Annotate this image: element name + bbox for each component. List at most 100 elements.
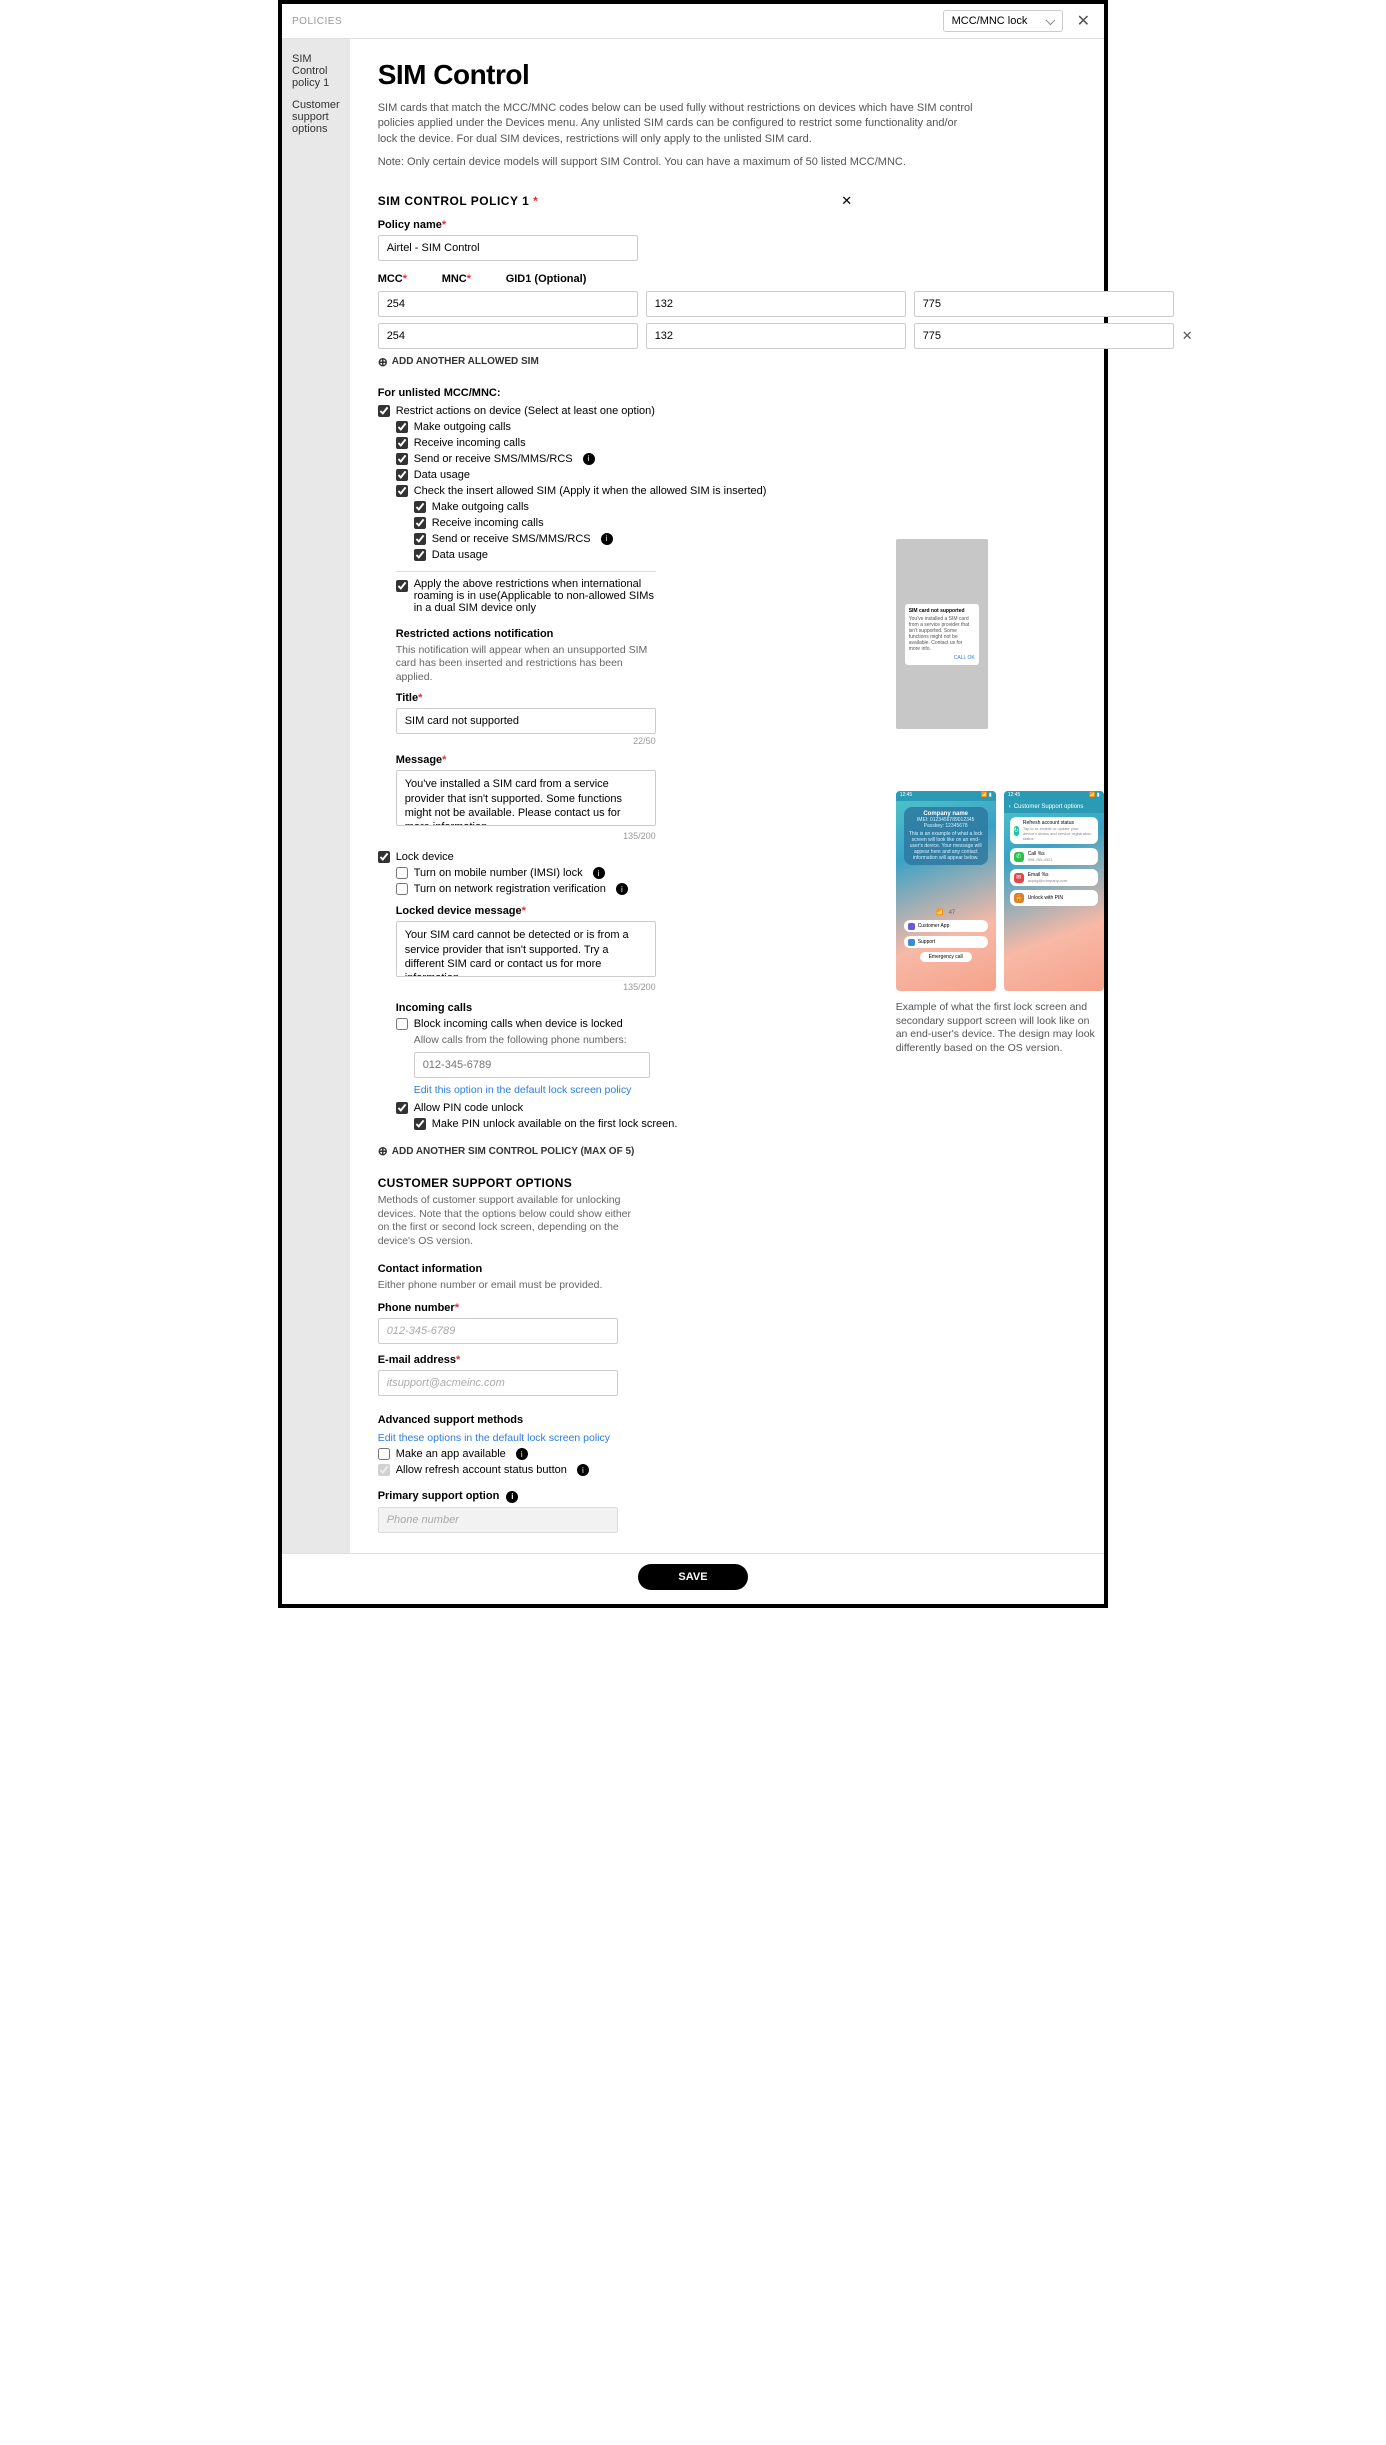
- page-title: SIM Control: [378, 59, 1193, 91]
- sidebar-item-support[interactable]: Customer support options: [292, 99, 340, 135]
- allow-phone-input[interactable]: [414, 1052, 650, 1078]
- ci-data-checkbox[interactable]: [414, 549, 426, 561]
- phone-icon: ✆: [1014, 852, 1024, 862]
- support-icon: [908, 939, 915, 946]
- incoming-checkbox[interactable]: [396, 437, 408, 449]
- locked-msg-input[interactable]: Your SIM card cannot be detected or is f…: [396, 921, 656, 977]
- roaming-label: Apply the above restrictions when intern…: [414, 578, 664, 614]
- remove-row-icon[interactable]: ✕: [1182, 328, 1193, 344]
- lockscreen-preview-1: 12:45📶 ▮ Company name IMEI: 012345678901…: [896, 791, 996, 991]
- mcc-col: MCC: [378, 273, 403, 285]
- mnc-col: MNC: [442, 273, 467, 285]
- p1-passkey: Passkey: 12345678: [909, 823, 983, 829]
- phones-caption: Example of what the first lock screen an…: [896, 1001, 1104, 1056]
- info-icon[interactable]: i: [616, 883, 628, 895]
- info-icon[interactable]: i: [577, 1464, 589, 1476]
- ci-data-label: Data usage: [432, 549, 488, 561]
- p2-opt0-sub: Tap to re-enable or update your device's…: [1023, 826, 1094, 841]
- mnc-input-0[interactable]: [646, 291, 906, 317]
- p2-opt1-sub: 098-765-4321: [1028, 857, 1053, 862]
- ci-incoming-checkbox[interactable]: [414, 517, 426, 529]
- lock-device-checkbox[interactable]: [378, 851, 390, 863]
- phone-label: Phone number: [378, 1302, 455, 1314]
- contact-heading: Contact information: [378, 1263, 1193, 1275]
- imsi-label: Turn on mobile number (IMSI) lock: [414, 867, 583, 879]
- info-icon[interactable]: i: [593, 867, 605, 879]
- locked-msg-label: Locked device message: [396, 905, 522, 917]
- incoming-label: Receive incoming calls: [414, 437, 526, 449]
- p1-msg: This is an example of what a lock screen…: [909, 831, 983, 861]
- restricted-notif-heading: Restricted actions notification: [396, 628, 1193, 640]
- adv-edit-link[interactable]: Edit these options in the default lock s…: [378, 1432, 610, 1444]
- add-policy-button[interactable]: ADD ANOTHER SIM CONTROL POLICY (MAX OF 5…: [378, 1144, 1193, 1158]
- outgoing-label: Make outgoing calls: [414, 421, 511, 433]
- primary-label: Primary support option: [378, 1490, 500, 1502]
- policy-name-input[interactable]: [378, 235, 638, 261]
- block-incoming-label: Block incoming calls when device is lock…: [414, 1018, 623, 1030]
- lock-device-label: Lock device: [396, 851, 454, 863]
- data-checkbox[interactable]: [396, 469, 408, 481]
- ci-sms-checkbox[interactable]: [414, 533, 426, 545]
- roaming-checkbox[interactable]: [396, 580, 408, 592]
- sms-checkbox[interactable]: [396, 453, 408, 465]
- policy-type-dropdown[interactable]: MCC/MNC lock: [943, 10, 1063, 32]
- imsi-checkbox[interactable]: [396, 867, 408, 879]
- sms-label: Send or receive SMS/MMS/RCS: [414, 453, 573, 465]
- notif-msg-input[interactable]: You've installed a SIM card from a servi…: [396, 770, 656, 826]
- ci-outgoing-label: Make outgoing calls: [432, 501, 529, 513]
- restrict-actions-checkbox[interactable]: [378, 405, 390, 417]
- sidebar-item-policy1[interactable]: SIM Control policy 1: [292, 53, 340, 89]
- add-allowed-sim-button[interactable]: ADD ANOTHER ALLOWED SIM: [378, 355, 1193, 369]
- email-input[interactable]: [378, 1370, 618, 1396]
- notif-msg-counter: 135/200: [396, 831, 656, 841]
- adv-heading: Advanced support methods: [378, 1414, 1193, 1426]
- make-app-label: Make an app available: [396, 1448, 506, 1460]
- notif-title-label: Title: [396, 692, 418, 704]
- restricted-notif-sub: This notification will appear when an un…: [396, 644, 656, 685]
- sidebar: SIM Control policy 1 Customer support op…: [282, 39, 350, 1553]
- phone-input[interactable]: [378, 1318, 618, 1344]
- p2-title: Customer Support options: [1014, 804, 1084, 810]
- gid-input-1[interactable]: [914, 323, 1174, 349]
- block-incoming-checkbox[interactable]: [396, 1018, 408, 1030]
- outgoing-checkbox[interactable]: [396, 421, 408, 433]
- preview-notif-title: SIM card not supported: [909, 608, 975, 614]
- p1-emergency: Emergency call: [920, 952, 972, 962]
- ci-outgoing-checkbox[interactable]: [414, 501, 426, 513]
- mcc-input-1[interactable]: [378, 323, 638, 349]
- mcc-input-0[interactable]: [378, 291, 638, 317]
- allow-pin-checkbox[interactable]: [396, 1102, 408, 1114]
- unlisted-heading: For unlisted MCC/MNC:: [378, 387, 1193, 399]
- notif-title-input[interactable]: [396, 708, 656, 734]
- primary-support-select: Phone number: [378, 1507, 618, 1533]
- info-icon[interactable]: i: [601, 533, 613, 545]
- gid-col: GID1 (Optional): [506, 273, 626, 285]
- netreg-label: Turn on network registration verificatio…: [414, 883, 606, 895]
- check-insert-label: Check the insert allowed SIM (Apply it w…: [414, 485, 767, 497]
- allow-pin-label: Allow PIN code unlock: [414, 1102, 523, 1114]
- info-icon[interactable]: i: [516, 1448, 528, 1460]
- locked-msg-counter: 135/200: [396, 982, 656, 992]
- save-button[interactable]: SAVE: [638, 1564, 747, 1590]
- refresh-icon: ↻: [1014, 826, 1019, 836]
- mnc-input-1[interactable]: [646, 323, 906, 349]
- remove-policy-icon[interactable]: ✕: [841, 193, 852, 209]
- p1-pill1: Customer App: [918, 923, 950, 929]
- make-app-checkbox[interactable]: [378, 1448, 390, 1460]
- p2-opt2-sub: acpsg@company.com: [1028, 878, 1067, 883]
- close-icon[interactable]: ✕: [1073, 11, 1094, 31]
- email-label: E-mail address: [378, 1354, 456, 1366]
- netreg-checkbox[interactable]: [396, 883, 408, 895]
- check-insert-checkbox[interactable]: [396, 485, 408, 497]
- ci-sms-label: Send or receive SMS/MMS/RCS: [432, 533, 591, 545]
- info-icon[interactable]: i: [583, 453, 595, 465]
- notif-title-counter: 22/50: [396, 736, 656, 746]
- policy-name-label: Policy name: [378, 219, 442, 231]
- intro-text-2: Note: Only certain device models will su…: [378, 155, 978, 170]
- edit-lock-policy-link[interactable]: Edit this option in the default lock scr…: [414, 1084, 632, 1096]
- info-icon[interactable]: i: [506, 1491, 518, 1503]
- make-pin-checkbox[interactable]: [414, 1118, 426, 1130]
- cs-sub: Methods of customer support available fo…: [378, 1194, 638, 1249]
- gid-input-0[interactable]: [914, 291, 1174, 317]
- preview-notif-body: You've installed a SIM card from a servi…: [909, 616, 975, 652]
